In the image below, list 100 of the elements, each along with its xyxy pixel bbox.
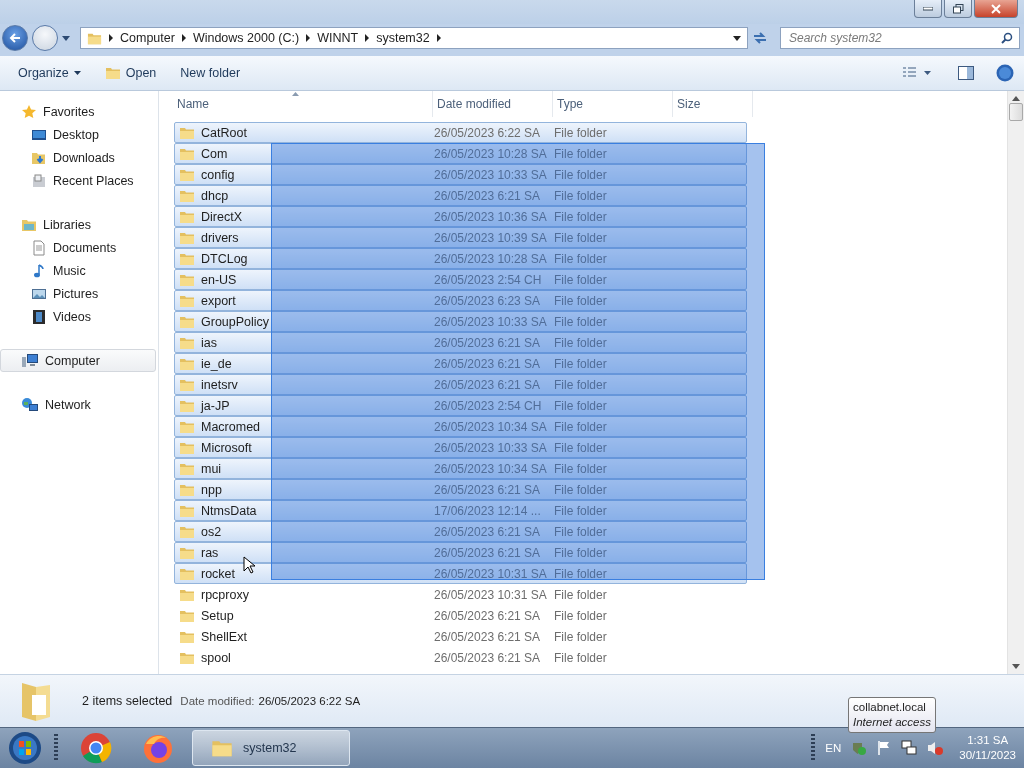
file-row[interactable]: Macromed 26/05/2023 10:34 SA File folder <box>174 416 747 437</box>
network-icon[interactable] <box>901 740 918 756</box>
scroll-up-icon[interactable] <box>1012 96 1020 101</box>
file-row[interactable]: inetsrv 26/05/2023 6:21 SA File folder <box>174 374 747 395</box>
file-type: File folder <box>554 377 608 392</box>
sidebar-item[interactable]: Favorites <box>0 100 156 123</box>
dropdown-arrow-icon[interactable] <box>733 35 741 41</box>
close-button[interactable] <box>974 0 1018 18</box>
taskbar-window-button[interactable]: system32 <box>192 730 350 766</box>
file-row[interactable]: rocket 26/05/2023 10:31 SA File folder <box>174 563 747 584</box>
file-name: mui <box>201 461 222 476</box>
date-modified: 26/05/2023 6:21 SA <box>434 335 542 350</box>
restore-button[interactable] <box>944 0 972 18</box>
file-row[interactable]: GroupPolicy 26/05/2023 10:33 SA File folder <box>174 311 747 332</box>
file-row[interactable]: ias 26/05/2023 6:21 SA File folder <box>174 332 747 353</box>
sidebar-item[interactable]: Pictures <box>0 282 156 305</box>
date-modified: 26/05/2023 10:33 SA <box>434 167 548 182</box>
file-row[interactable]: npp 26/05/2023 6:21 SA File folder <box>174 479 747 500</box>
chevron-right-icon <box>364 34 371 42</box>
file-row[interactable]: mui 26/05/2023 10:34 SA File folder <box>174 458 747 479</box>
date-modified: 26/05/2023 6:21 SA <box>434 356 542 371</box>
sidebar-item[interactable]: Documents <box>0 236 156 259</box>
preview-pane-icon[interactable] <box>958 66 974 80</box>
sidebar-item[interactable]: Music <box>0 259 156 282</box>
search-field[interactable]: Search system32 <box>780 27 1020 49</box>
file-row[interactable]: DTCLog 26/05/2023 10:28 SA File folder <box>174 248 747 269</box>
refresh-icon[interactable] <box>752 31 768 45</box>
file-row[interactable]: drivers 26/05/2023 10:39 SA File folder <box>174 227 747 248</box>
file-name: spool <box>201 650 231 665</box>
file-row[interactable]: dhcp 26/05/2023 6:21 SA File folder <box>174 185 747 206</box>
breadcrumb[interactable]: Computer <box>120 31 175 45</box>
forward-button[interactable] <box>32 25 58 51</box>
file-name: npp <box>201 482 222 497</box>
file-name: Com <box>201 146 228 161</box>
new-folder-button[interactable]: New folder <box>172 62 249 84</box>
file-row[interactable]: NtmsData 17/06/2023 12:14 ... File folder <box>174 500 747 521</box>
chevron-right-icon <box>305 34 312 42</box>
file-row[interactable]: Microsoft 26/05/2023 10:33 SA File folder <box>174 437 747 458</box>
scrollbar[interactable] <box>1007 91 1024 674</box>
column-header[interactable]: Name <box>173 91 433 117</box>
file-row[interactable]: os2 26/05/2023 6:21 SA File folder <box>174 521 747 542</box>
column-header[interactable]: Size <box>673 91 753 117</box>
search-input[interactable]: Search system32 <box>787 30 1001 46</box>
breadcrumb[interactable]: Windows 2000 (C:) <box>192 31 300 45</box>
column-header[interactable]: Date modified <box>433 91 553 117</box>
file-row[interactable]: ras 26/05/2023 6:21 SA File folder <box>174 542 747 563</box>
file-type: File folder <box>554 335 608 350</box>
file-row[interactable]: CatRoot 26/05/2023 6:22 SA File folder <box>174 122 747 143</box>
file-name: DirectX <box>201 209 242 224</box>
date-modified: 26/05/2023 10:36 SA <box>434 209 548 224</box>
file-type: File folder <box>554 293 608 308</box>
dropdown-arrow-icon[interactable] <box>62 35 70 41</box>
file-row[interactable]: ie_de 26/05/2023 6:21 SA File folder <box>174 353 747 374</box>
file-type: File folder <box>554 524 608 539</box>
open-button[interactable]: Open <box>96 61 165 85</box>
sidebar-item[interactable]: Downloads <box>0 146 156 169</box>
date-modified: 26/05/2023 10:28 SA <box>434 251 548 266</box>
address-bar[interactable]: Computer Windows 2000 (C:) WINNT system32 <box>80 27 748 49</box>
sidebar-item[interactable]: Recent Places <box>0 169 156 192</box>
file-type: File folder <box>554 440 608 455</box>
file-name: CatRoot <box>201 125 247 140</box>
shield-check-icon[interactable] <box>851 740 868 756</box>
file-row[interactable]: config 26/05/2023 10:33 SA File folder <box>174 164 747 185</box>
file-row[interactable]: Com 26/05/2023 10:28 SA File folder <box>174 143 747 164</box>
file-name: dhcp <box>201 188 229 203</box>
back-button[interactable] <box>2 25 28 51</box>
start-button[interactable] <box>8 731 42 765</box>
file-row[interactable]: en-US 26/05/2023 2:54 CH File folder <box>174 269 747 290</box>
file-name: Microsoft <box>201 440 252 455</box>
organize-menu[interactable]: Organize <box>10 62 89 84</box>
computer-icon <box>21 352 39 369</box>
music-note-icon <box>31 262 47 279</box>
file-name: inetsrv <box>201 377 238 392</box>
file-row[interactable]: Setup 26/05/2023 6:21 SA File folder <box>174 605 747 626</box>
scroll-down-icon[interactable] <box>1012 664 1020 669</box>
file-type: File folder <box>554 608 608 623</box>
scroll-thumb[interactable] <box>1009 103 1023 121</box>
speaker-muted-icon[interactable] <box>927 740 944 756</box>
file-row[interactable]: spool 26/05/2023 6:21 SA File folder <box>174 647 747 668</box>
view-options-icon[interactable] <box>902 67 932 79</box>
breadcrumb[interactable]: system32 <box>376 31 430 45</box>
sidebar-item[interactable]: Libraries <box>0 213 156 236</box>
file-name: NtmsData <box>201 503 257 518</box>
sidebar-item[interactable]: Desktop <box>0 123 156 146</box>
flag-icon[interactable] <box>877 740 892 756</box>
chevron-right-icon <box>435 34 442 42</box>
date-modified: 26/05/2023 6:21 SA <box>434 377 542 392</box>
sidebar-item[interactable]: Videos <box>0 305 156 328</box>
film-icon <box>31 308 47 325</box>
file-row[interactable]: ShellExt 26/05/2023 6:21 SA File folder <box>174 626 747 647</box>
sidebar-item[interactable]: Network <box>0 393 156 416</box>
file-type: File folder <box>554 314 608 329</box>
file-row[interactable]: rpcproxy 26/05/2023 10:31 SA File folder <box>174 584 747 605</box>
breadcrumb[interactable]: WINNT <box>317 31 359 45</box>
column-header[interactable]: Type <box>553 91 673 117</box>
file-row[interactable]: export 26/05/2023 6:23 SA File folder <box>174 290 747 311</box>
date-modified: 26/05/2023 6:21 SA <box>434 650 542 665</box>
file-row[interactable]: ja-JP 26/05/2023 2:54 CH File folder <box>174 395 747 416</box>
file-row[interactable]: DirectX 26/05/2023 10:36 SA File folder <box>174 206 747 227</box>
sidebar-item[interactable]: Computer <box>0 349 156 372</box>
